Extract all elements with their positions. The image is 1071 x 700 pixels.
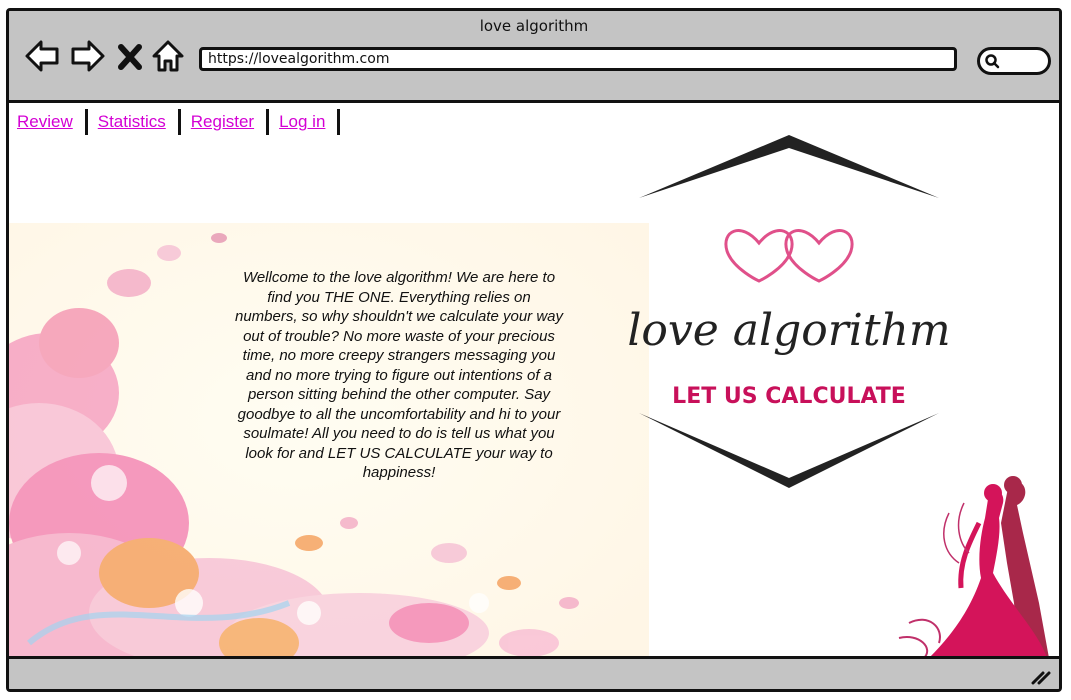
top-nav: Review Statistics Register Log in — [17, 109, 350, 135]
nav-link-statistics[interactable]: Statistics — [98, 112, 166, 132]
nav-link-login[interactable]: Log in — [279, 112, 325, 132]
search-box[interactable] — [977, 47, 1051, 75]
logo-name: love algorithm — [627, 305, 950, 356]
forward-arrow-icon[interactable] — [69, 37, 107, 75]
nav-link-register[interactable]: Register — [191, 112, 254, 132]
nav-divider — [84, 109, 88, 135]
nav-link-review[interactable]: Review — [17, 112, 73, 132]
welcome-text: Wellcome to the love algorithm! We are h… — [234, 269, 564, 481]
page-content: Review Statistics Register Log in Wellco… — [9, 103, 1059, 663]
address-bar[interactable]: https://lovealgorithm.com — [199, 47, 957, 71]
nav-divider — [177, 109, 181, 135]
couple-silhouette-art — [898, 476, 1049, 659]
window-title: love algorithm — [479, 17, 589, 35]
resize-handle-icon[interactable] — [1029, 665, 1051, 685]
home-icon[interactable] — [149, 37, 187, 75]
logo-tagline: LET US CALCULATE — [672, 384, 906, 409]
stop-x-icon[interactable] — [115, 37, 145, 75]
back-arrow-icon[interactable] — [23, 37, 61, 75]
search-icon — [985, 54, 1000, 69]
nav-divider — [266, 109, 270, 135]
browser-statusbar — [9, 656, 1059, 689]
nav-divider — [337, 109, 341, 135]
browser-titlebar: love algorithm https://lovealgorithm.com — [9, 11, 1059, 103]
love-algorithm-logo: love algorithm LET US CALCULATE — [627, 135, 951, 488]
browser-window: love algorithm https://lovealgorithm.com — [6, 8, 1062, 692]
